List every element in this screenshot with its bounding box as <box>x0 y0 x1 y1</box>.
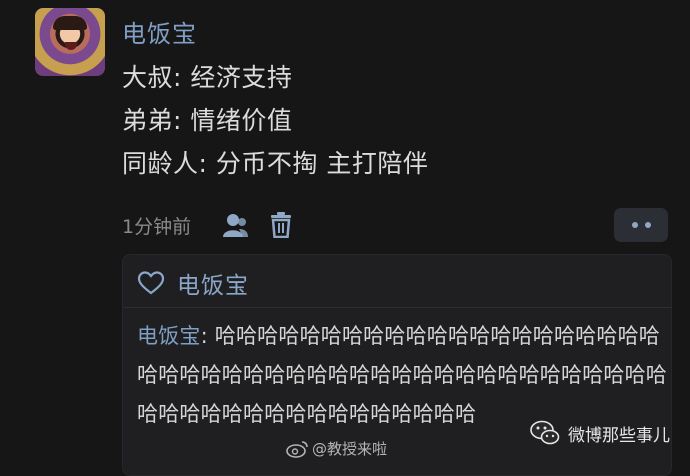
avatar[interactable] <box>35 8 105 76</box>
heart-icon[interactable] <box>137 271 165 295</box>
watermark-text: @教授来啦 <box>312 440 388 458</box>
wechat-icon <box>530 420 560 445</box>
wechat-account-name: 微博那些事儿 <box>568 425 670 446</box>
reply-liker-name[interactable]: 电饭宝 <box>177 266 249 300</box>
post-line-2: 弟弟: 情绪价值 <box>122 106 293 135</box>
trash-icon[interactable] <box>269 212 293 238</box>
post-author-name[interactable]: 电饭宝 <box>122 14 197 49</box>
more-options-button[interactable] <box>614 208 668 242</box>
user-icon[interactable] <box>222 212 248 238</box>
weibo-watermark: @教授来啦 <box>286 438 387 459</box>
post-line-1: 大叔: 经济支持 <box>122 63 293 92</box>
avatar-hair <box>53 16 87 30</box>
reply-comment: 电饭宝: 哈哈哈哈哈哈哈哈哈哈哈哈哈哈哈哈哈哈哈哈哈哈哈哈哈哈哈哈哈哈哈哈哈哈哈… <box>137 317 667 434</box>
reply-comment-text: 哈哈哈哈哈哈哈哈哈哈哈哈哈哈哈哈哈哈哈哈哈哈哈哈哈哈哈哈哈哈哈哈哈哈哈哈哈哈哈哈… <box>137 324 667 426</box>
reply-panel-header: 电饭宝 <box>137 266 249 300</box>
wechat-watermark: 微博那些事儿 <box>530 420 670 446</box>
reply-commenter-name[interactable]: 电饭宝 <box>137 324 201 348</box>
reply-separator: : <box>200 324 215 348</box>
divider <box>123 307 671 308</box>
more-dot-icon <box>631 222 638 228</box>
weibo-icon <box>286 440 308 458</box>
avatar-mouth <box>65 42 77 50</box>
post-timestamp: 1分钟前 <box>122 216 192 238</box>
more-dot-icon <box>644 222 651 228</box>
post-line-3: 同龄人: 分币不掏 主打陪伴 <box>122 149 429 178</box>
